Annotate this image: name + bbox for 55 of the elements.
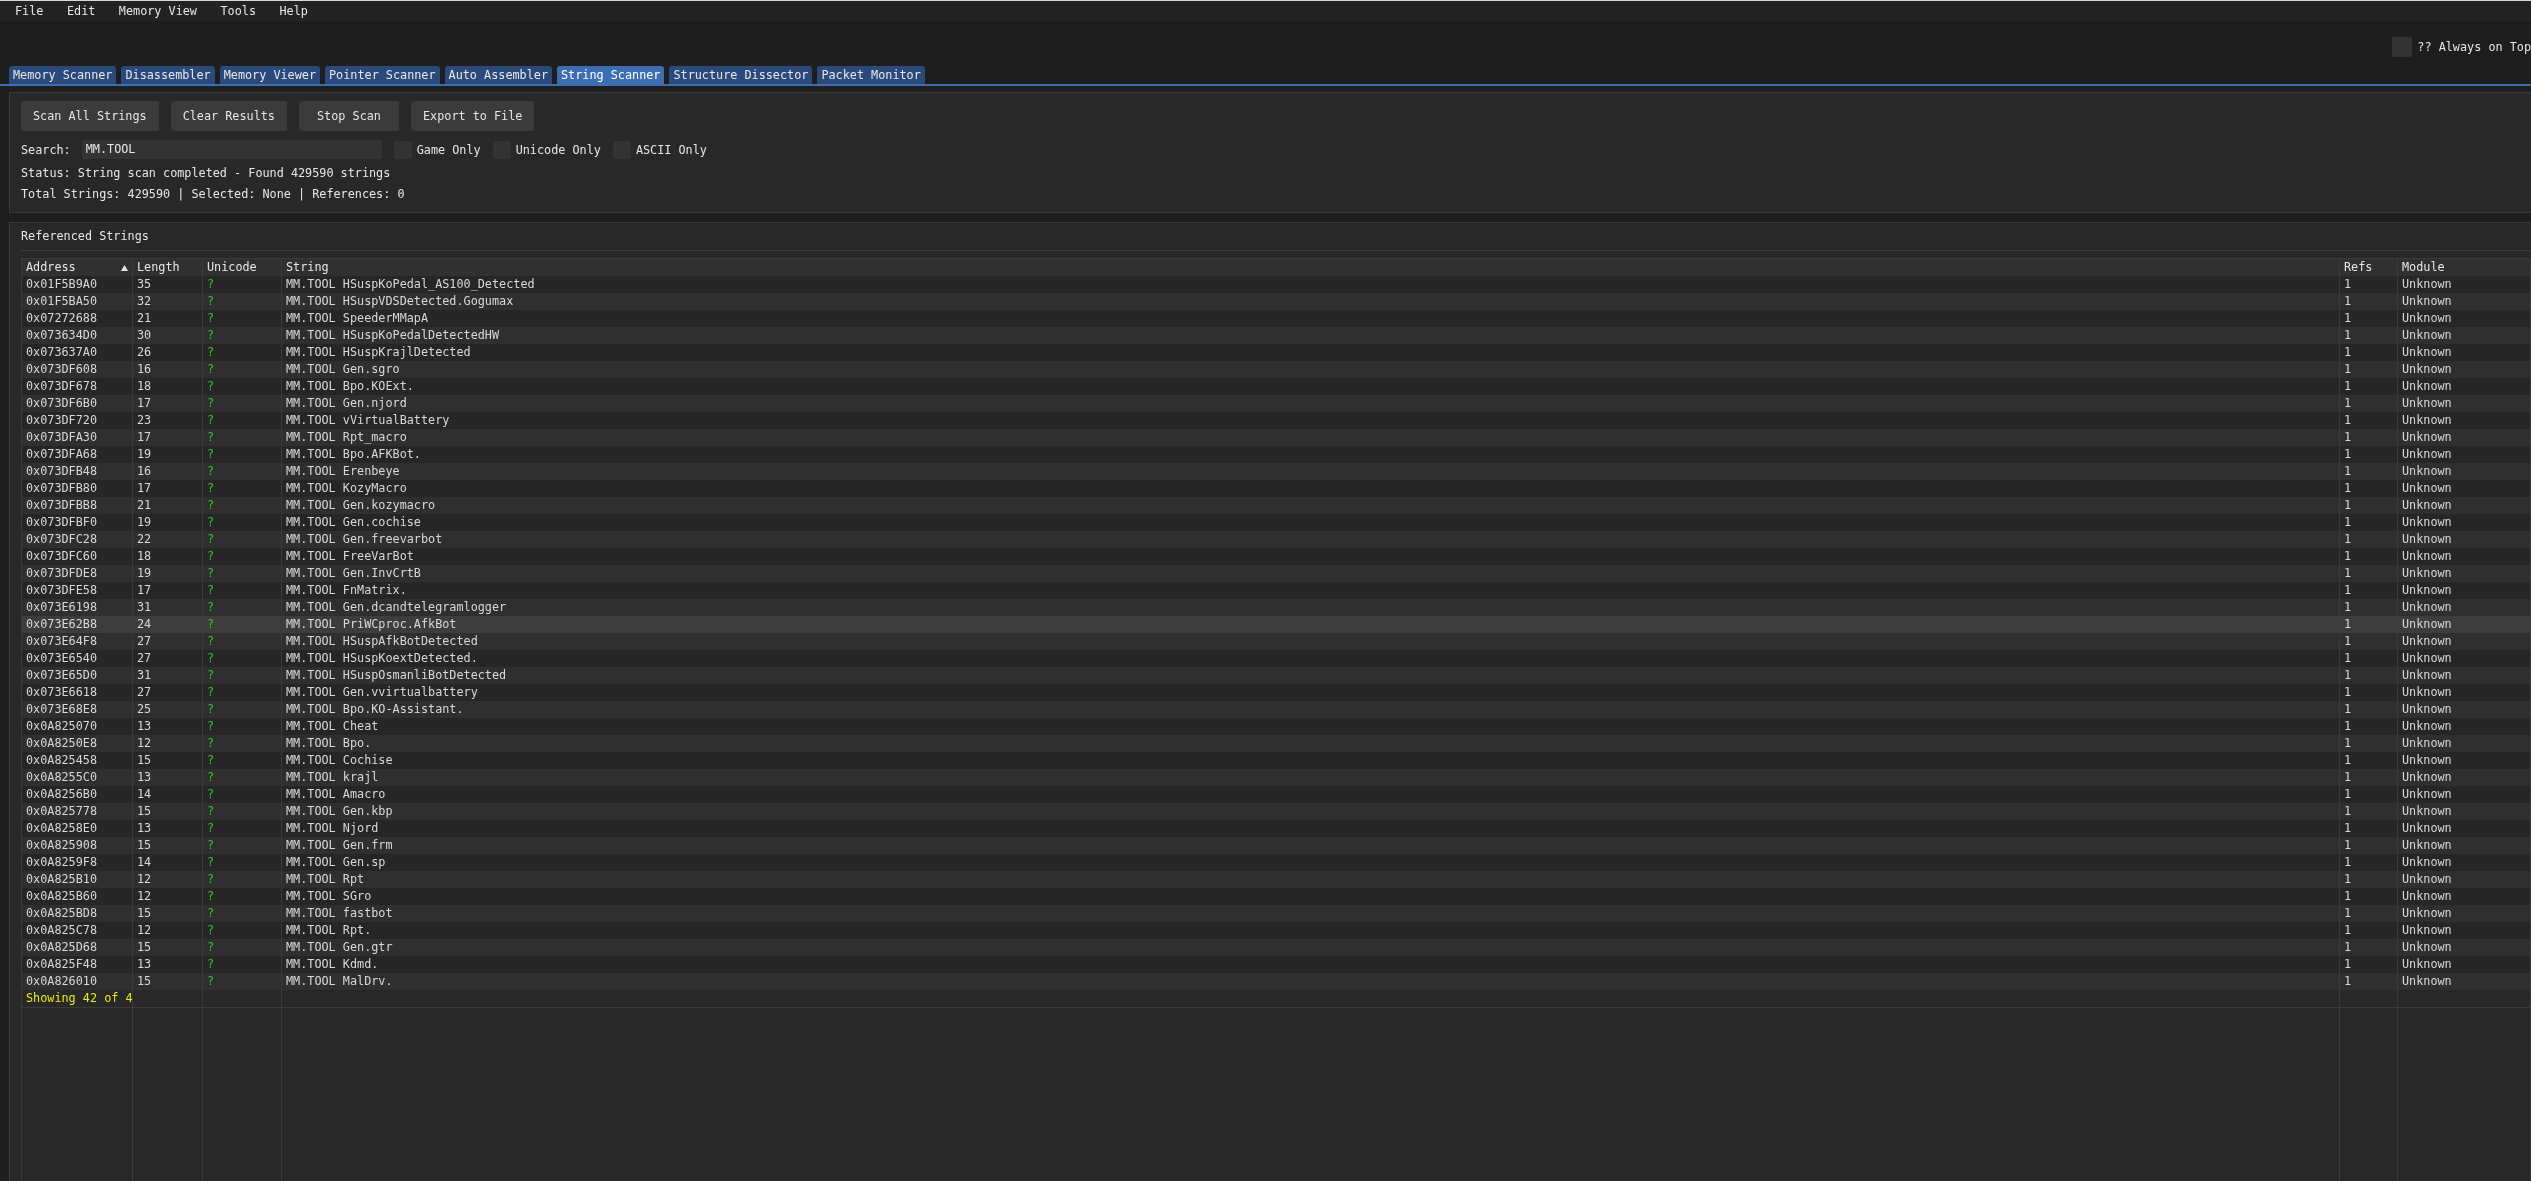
stop-button[interactable]: Stop Scan	[299, 101, 399, 131]
table-row[interactable]: 0x0A8250E8 12 ? MM.TOOL Bpo. 1 Unknown	[22, 735, 2531, 752]
summary-text: Total Strings: 429590 | Selected: None | References: 0	[21, 187, 405, 201]
tab[interactable]: Disassembler	[121, 66, 215, 84]
result-count-text: Showing 42 of 4	[25, 991, 134, 1005]
table-cell: 0x0A826010	[22, 973, 133, 990]
table-cell: 1	[2340, 973, 2398, 990]
export-button[interactable]: Export to File	[411, 101, 535, 131]
table-row[interactable]: 0x073DFB48 16 ? MM.TOOL Erenbeye 1 Unknown	[22, 463, 2531, 480]
table-cell: MM.TOOL MalDrv.	[282, 973, 2340, 990]
tab[interactable]: Auto Assembler	[444, 66, 552, 84]
menu-item[interactable]: Memory View	[114, 1, 201, 21]
table-row[interactable]: 0x0A825D68 15 ? MM.TOOL Gen.gtr 1 Unknown	[22, 939, 2531, 956]
checkbox-label[interactable]: Game Only	[416, 142, 481, 157]
table-row[interactable]: 0x073DFA30 17 ? MM.TOOL Rpt_macro 1 Unknown	[22, 429, 2531, 446]
tab[interactable]: Packet Monitor	[817, 66, 925, 84]
checkbox-label[interactable]: ASCII Only	[635, 142, 707, 157]
menu-item[interactable]: File	[11, 1, 48, 21]
status-text: Status: String scan completed - Found 429590 strings	[21, 166, 391, 180]
table-row[interactable]: 0x0A826010 15 ? MM.TOOL MalDrv. 1 Unknown	[22, 973, 2531, 990]
panel-title: Referenced Strings	[21, 229, 149, 243]
menu-item[interactable]: Tools	[216, 1, 260, 21]
tab[interactable]: String Scanner	[557, 66, 665, 84]
table-row[interactable]: 0x01F5BA50 32 ? MM.TOOL HSuspVDSDetected.Gogumax 1 Unknown	[22, 293, 2531, 310]
search-label: Search:	[21, 142, 71, 157]
table-row[interactable]: 0x073DFC28 22 ? MM.TOOL Gen.freevarbot 1 Unknown	[22, 531, 2531, 548]
tab[interactable]: Memory Scanner	[9, 66, 117, 84]
table-row[interactable]: 0x073DF608 16 ? MM.TOOL Gen.sgro 1 Unknown	[22, 361, 2531, 378]
checkbox-label[interactable]: ?? Always on Top	[2417, 40, 2531, 54]
table-row[interactable]: 0x0A8255C0 13 ? MM.TOOL krajl 1 Unknown	[22, 769, 2531, 786]
checkbox-label[interactable]: Unicode Only	[515, 142, 601, 157]
table-row[interactable]: 0x0A825BD8 15 ? MM.TOOL fastbot 1 Unknown	[22, 905, 2531, 922]
table-row[interactable]: 0x0A825B10 12 ? MM.TOOL Rpt 1 Unknown	[22, 871, 2531, 888]
tab[interactable]: Structure Dissector	[669, 66, 813, 84]
table-row[interactable]: 0x073E62B8 24 ? MM.TOOL PriWCproc.AfkBot 1 Unknown	[22, 616, 2531, 633]
table-row[interactable]: 0x073E68E8 25 ? MM.TOOL Bpo.KO-Assistant. 1 Unknown	[22, 701, 2531, 718]
table-row[interactable]: 0x073E6198 31 ? MM.TOOL Gen.dcandtelegramlogger 1 Unknown	[22, 599, 2531, 616]
menu-item[interactable]: Edit	[62, 1, 100, 21]
clear-button[interactable]: Clear Results	[170, 101, 287, 131]
table-row[interactable]: 0x073E64F8 27 ? MM.TOOL HSuspAfkBotDetected 1 Unknown	[22, 633, 2531, 650]
table-row[interactable]: 0x073DFDE8 19 ? MM.TOOL Gen.InvCrtB 1 Unknown	[22, 565, 2531, 582]
scan-button[interactable]: Scan All Strings	[21, 101, 159, 131]
tab[interactable]: Pointer Scanner	[325, 66, 440, 84]
table-cell: 15	[133, 973, 203, 990]
table-row[interactable]: 0x073634D0 30 ? MM.TOOL HSuspKoPedalDetectedHW 1 Unknown	[22, 327, 2531, 344]
table-row[interactable]: 0x073E65D0 31 ? MM.TOOL HSuspOsmanliBotDetected 1 Unknown	[22, 667, 2531, 684]
tab[interactable]: Memory Viewer	[219, 66, 320, 84]
menu-item[interactable]: Help	[275, 1, 312, 21]
table-cell: ?	[203, 973, 282, 990]
table-row[interactable]: 0x0A825908 15 ? MM.TOOL Gen.frm 1 Unknown	[22, 837, 2531, 854]
table-row[interactable]: 0x073DF6B0 17 ? MM.TOOL Gen.njord 1 Unknown	[22, 395, 2531, 412]
table-row[interactable]: 0x073DFBB8 21 ? MM.TOOL Gen.kozymacro 1 Unknown	[22, 497, 2531, 514]
table-cell: Unknown	[2398, 973, 2531, 990]
search-field[interactable]: MM.TOOL	[81, 140, 382, 159]
table-row[interactable]: 0x0A825778 15 ? MM.TOOL Gen.kbp 1 Unknown	[22, 803, 2531, 820]
